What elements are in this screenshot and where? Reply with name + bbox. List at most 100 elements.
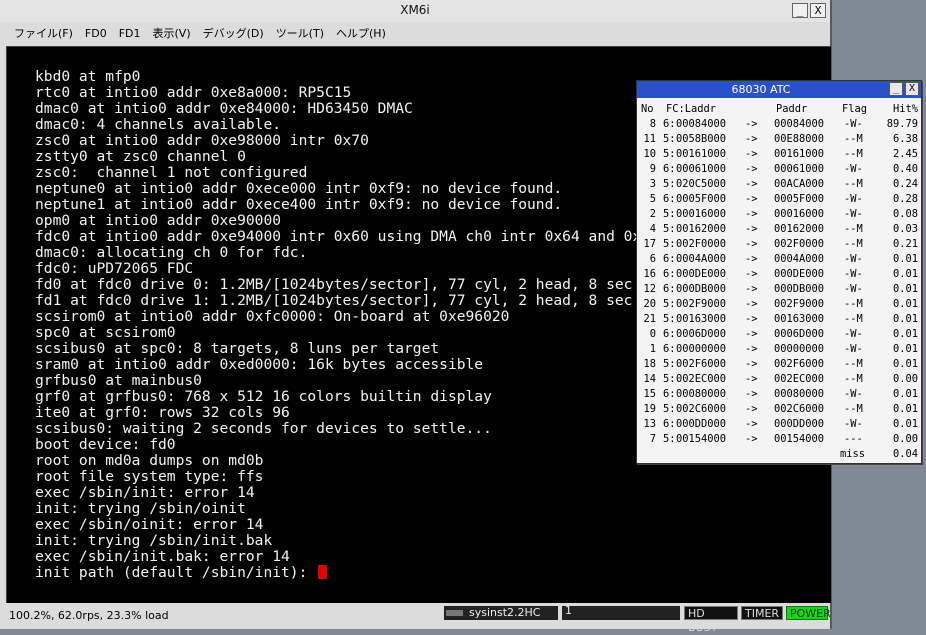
atc-laddr: 00161000 bbox=[676, 148, 727, 160]
atc-flag: --M bbox=[844, 148, 863, 160]
atc-hit: 6.38 bbox=[892, 133, 918, 145]
atc-paddr: 0006D000 bbox=[774, 328, 825, 340]
table-row: 9 6: 00061000 -> 00061000 -W- 0.40 bbox=[640, 162, 920, 177]
console-line: dmac0: allocating ch 0 for fdc. bbox=[35, 244, 308, 261]
atc-paddr: 00163000 bbox=[774, 313, 825, 325]
atc-fc: 5: bbox=[663, 208, 676, 220]
atc-fc: 5: bbox=[663, 223, 676, 235]
hd-busy-indicator: HD BUSY bbox=[684, 606, 738, 634]
atc-hit: 0.01 bbox=[892, 343, 918, 355]
title-bar[interactable]: XM6i _ X bbox=[0, 0, 830, 23]
atc-fc: 5: bbox=[663, 148, 676, 160]
miss-label: miss bbox=[840, 448, 866, 460]
console-line: spc0 at scsirom0 bbox=[35, 324, 176, 341]
atc-flag: --M bbox=[844, 358, 863, 370]
atc-no: 18 bbox=[643, 358, 656, 370]
header-fc-laddr: FC:Laddr bbox=[666, 103, 717, 115]
atc-paddr: 00154000 bbox=[774, 433, 825, 445]
atc-hit: 89.79 bbox=[886, 118, 918, 130]
atc-table: No FC:Laddr Paddr Flag Hit% 8 6: 00084000-… bbox=[640, 102, 920, 462]
atc-laddr: 0006D000 bbox=[676, 328, 727, 340]
table-row: 6 6: 0004A000 -> 0004A000 -W- 0.01 bbox=[640, 252, 920, 267]
atc-hit: 0.01 bbox=[892, 403, 918, 415]
atc-no: 15 bbox=[643, 388, 656, 400]
atc-laddr: 00162000 bbox=[676, 223, 727, 235]
table-row: 4 5: 00162000 -> 00162000 --M 0.03 bbox=[640, 222, 920, 237]
atc-flag: --M bbox=[844, 238, 863, 250]
atc-paddr: 0004A000 bbox=[774, 253, 825, 265]
atc-fc: 6: bbox=[663, 388, 676, 400]
table-row: 3 5: 020C5000 -> 00ACA000 --M 0.24 bbox=[640, 177, 920, 192]
atc-laddr: 000DE000 bbox=[676, 268, 727, 280]
atc-paddr: 00084000 bbox=[774, 118, 825, 130]
window-title: XM6i bbox=[400, 3, 430, 17]
console-line: ite0 at grf0: rows 32 cols 96 bbox=[35, 404, 290, 421]
atc-fc: 6: bbox=[663, 193, 676, 205]
atc-laddr: 00084000 bbox=[676, 118, 727, 130]
console-line: fd1 at fdc0 drive 1: 1.2MB/[1024bytes/se… bbox=[35, 292, 633, 309]
atc-laddr: 020C5000 bbox=[676, 178, 727, 190]
console-line: init: trying /sbin/init.bak bbox=[35, 532, 273, 549]
atc-arrow: -> bbox=[745, 253, 758, 265]
atc-arrow: -> bbox=[745, 223, 758, 235]
atc-laddr: 002C6000 bbox=[676, 403, 727, 415]
fd0-disk-label: sysinst2.2HC bbox=[469, 606, 541, 619]
atc-paddr: 00080000 bbox=[774, 388, 825, 400]
atc-window-controls: _ X bbox=[889, 82, 919, 96]
console-line: zsc0: channel 1 not configured bbox=[35, 164, 308, 181]
header-paddr: Paddr bbox=[776, 103, 808, 115]
atc-hit: 2.45 bbox=[892, 148, 918, 160]
atc-hit: 0.28 bbox=[892, 193, 918, 205]
atc-flag: --M bbox=[844, 223, 863, 235]
console-line: scsibus0: waiting 2 seconds for devices … bbox=[35, 420, 492, 437]
atc-paddr: 00016000 bbox=[774, 208, 825, 220]
atc-arrow: -> bbox=[745, 313, 758, 325]
table-row: 20 5: 002F9000 -> 002F9000 --M 0.01 bbox=[640, 297, 920, 312]
atc-paddr: 00E88000 bbox=[774, 133, 825, 145]
menu-fd0[interactable]: FD0 bbox=[79, 27, 113, 40]
menu-fd1[interactable]: FD1 bbox=[113, 27, 147, 40]
console-line: exec /sbin/init.bak: error 14 bbox=[35, 548, 290, 565]
atc-flag: -W- bbox=[844, 268, 863, 280]
table-row: 1 6: 00000000 -> 00000000 -W- 0.01 bbox=[640, 342, 920, 357]
atc-arrow: -> bbox=[745, 178, 758, 190]
atc-laddr: 0004A000 bbox=[676, 253, 727, 265]
atc-flag: -W- bbox=[844, 253, 863, 265]
atc-hit: 0.01 bbox=[892, 268, 918, 280]
console-prompt-line[interactable]: init path (default /sbin/init): bbox=[35, 565, 659, 581]
minimize-button[interactable]: _ bbox=[792, 3, 808, 18]
menu-debug[interactable]: デバッグ(D) bbox=[197, 25, 270, 41]
table-row: 14 5: 002EC000 -> 002EC000 --M 0.00 bbox=[640, 372, 920, 387]
atc-minimize-button[interactable]: _ bbox=[889, 82, 903, 96]
menu-view[interactable]: 表示(V) bbox=[147, 25, 197, 41]
atc-paddr: 0005F000 bbox=[774, 193, 825, 205]
atc-close-button[interactable]: X bbox=[905, 82, 919, 96]
atc-no: 9 bbox=[649, 163, 656, 175]
atc-flag: -W- bbox=[844, 343, 863, 355]
close-button[interactable]: X bbox=[810, 3, 826, 18]
atc-title-bar[interactable]: 68030 ATC _ X bbox=[637, 81, 921, 98]
atc-laddr: 000DB000 bbox=[676, 283, 727, 295]
atc-hit: 0.01 bbox=[892, 313, 918, 325]
atc-paddr: 002F9000 bbox=[774, 298, 825, 310]
atc-fc: 6: bbox=[663, 328, 676, 340]
console-line: grfbus0 at mainbus0 bbox=[35, 372, 202, 389]
atc-no: 12 bbox=[643, 283, 656, 295]
atc-laddr: 002EC000 bbox=[676, 373, 727, 385]
atc-hit: 0.01 bbox=[892, 328, 918, 340]
atc-table-header: No FC:Laddr Paddr Flag Hit% bbox=[640, 102, 920, 117]
atc-laddr: 002F0000 bbox=[676, 238, 727, 250]
header-hit: Hit% bbox=[892, 103, 918, 115]
fd0-slot[interactable]: sysinst2.2HC bbox=[444, 606, 558, 620]
menu-file[interactable]: ファイル(F) bbox=[0, 25, 79, 41]
console-line: fd0 at fdc0 drive 0: 1.2MB/[1024bytes/se… bbox=[35, 276, 633, 293]
atc-hit: 0.01 bbox=[892, 253, 918, 265]
atc-paddr: 000DE000 bbox=[774, 268, 825, 280]
atc-fc: 5: bbox=[663, 403, 676, 415]
console-line: init: trying /sbin/oinit bbox=[35, 500, 246, 517]
fd1-slot[interactable]: 1 bbox=[562, 604, 680, 620]
menu-help[interactable]: ヘルプ(H) bbox=[330, 25, 392, 41]
menu-tools[interactable]: ツール(T) bbox=[270, 25, 330, 41]
atc-laddr: 002F6000 bbox=[676, 358, 727, 370]
atc-hit: 0.08 bbox=[892, 208, 918, 220]
